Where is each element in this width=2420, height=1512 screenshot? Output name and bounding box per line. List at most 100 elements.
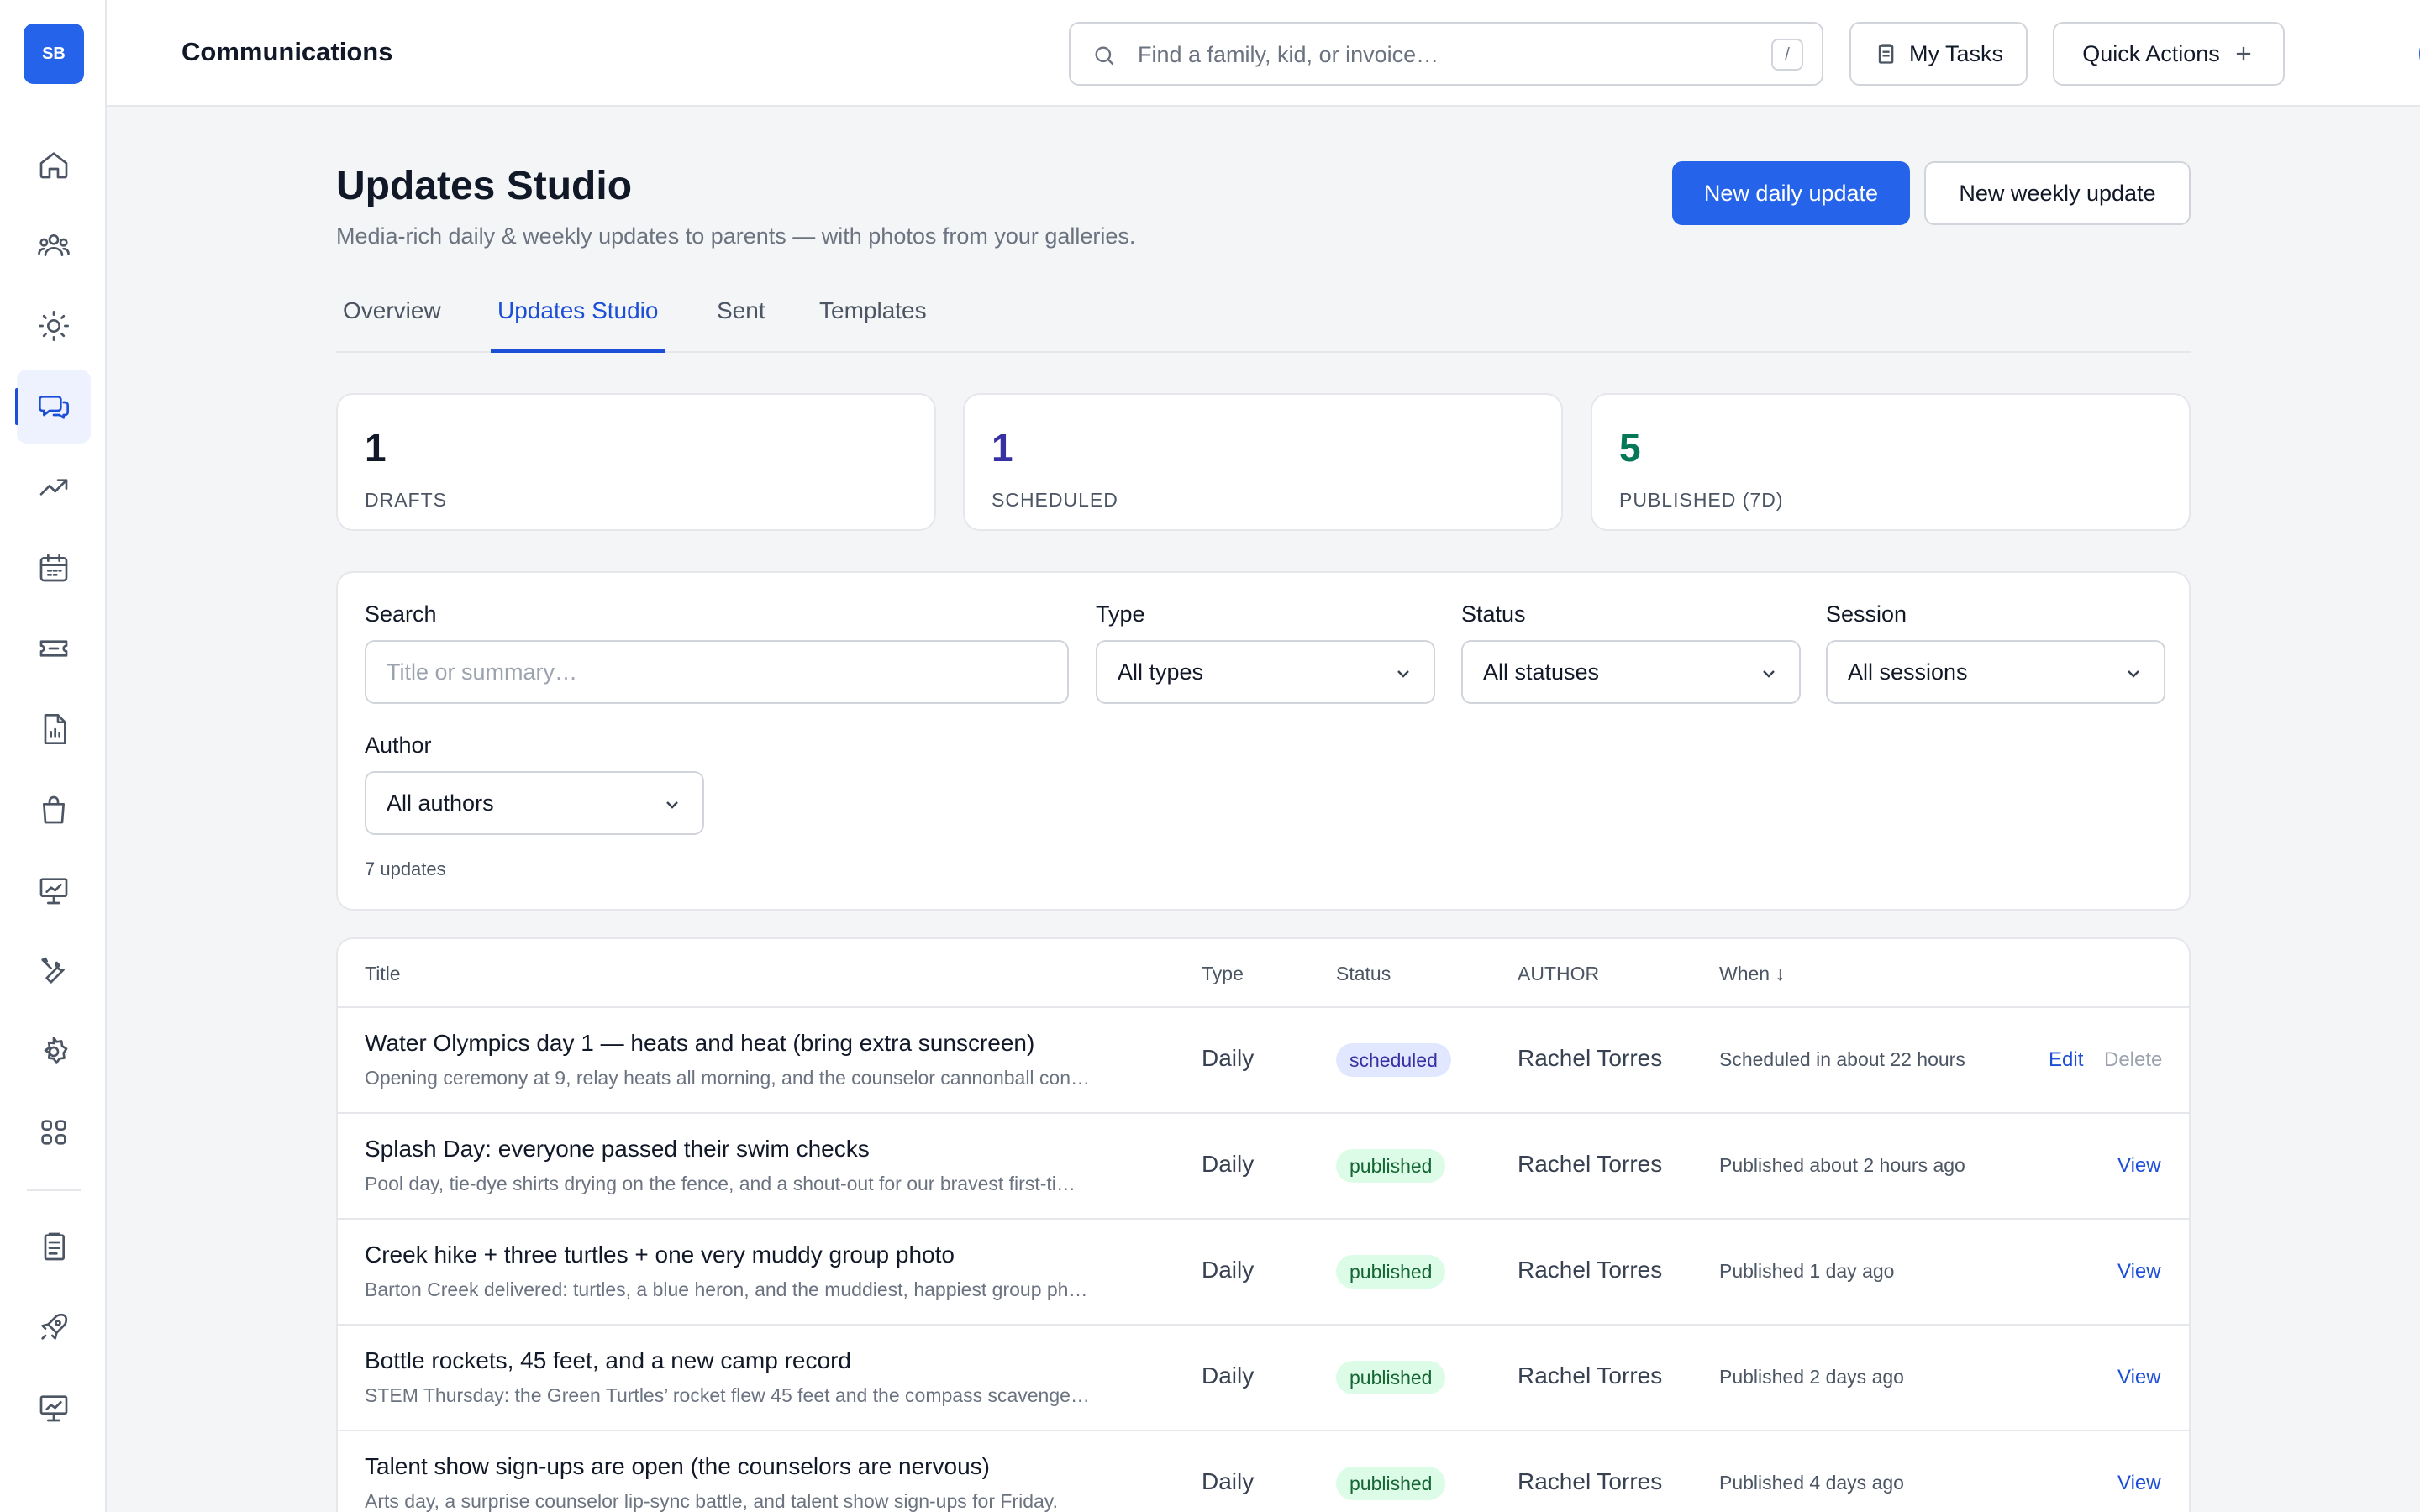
table-header: Title Type Status AUTHOR When ↓ — [338, 939, 2189, 1008]
author-select[interactable]: All authors — [365, 771, 704, 835]
status-badge: published — [1336, 1361, 1446, 1394]
tab-overview[interactable]: Overview — [336, 297, 448, 353]
delete-link[interactable]: Delete — [2104, 1048, 2162, 1072]
report-icon[interactable] — [17, 692, 91, 766]
stat-card-drafts: 1 DRAFTS — [336, 393, 936, 531]
type-filter-label: Type — [1096, 601, 1145, 627]
stat-label: DRAFTS — [365, 489, 447, 511]
tools-icon[interactable] — [17, 934, 91, 1008]
communications-icon[interactable] — [15, 370, 91, 444]
families-icon[interactable] — [17, 208, 91, 282]
app-logo[interactable]: SB — [24, 24, 84, 84]
tab-sent[interactable]: Sent — [710, 297, 772, 353]
row-summary: Opening ceremony at 9, relay heats all m… — [365, 1067, 1091, 1089]
stat-card-published: 5 PUBLISHED (7D) — [1591, 393, 2191, 531]
row-summary: Pool day, tie-dye shirts drying on the f… — [365, 1173, 1076, 1194]
row-summary: STEM Thursday: the Green Turtles’ rocket… — [365, 1384, 1090, 1406]
session-select-value: All sessions — [1848, 659, 1968, 685]
column-when[interactable]: When ↓ — [1719, 963, 1785, 985]
type-select[interactable]: All types — [1096, 640, 1435, 704]
row-type: Daily — [1202, 1045, 1255, 1071]
analytics-icon[interactable] — [17, 1371, 91, 1445]
row-author: Rachel Torres — [1518, 1151, 1663, 1177]
top-bar: Communications Find a family, kid, or in… — [107, 0, 2420, 107]
row-summary: Barton Creek delivered: turtles, a blue … — [365, 1278, 1088, 1300]
table-row[interactable]: Creek hike + three turtles + one very mu… — [338, 1220, 2189, 1326]
chevron-down-icon — [2128, 670, 2139, 678]
view-link[interactable]: View — [2118, 1260, 2161, 1284]
search-filter-label: Search — [365, 601, 437, 627]
session-filter-label: Session — [1826, 601, 1907, 627]
row-author: Rachel Torres — [1518, 1362, 1663, 1389]
presentation-chart-icon[interactable] — [17, 853, 91, 927]
rocket-icon[interactable] — [17, 1290, 91, 1364]
sun-icon[interactable] — [17, 289, 91, 363]
search-shortcut-key: / — [1771, 39, 1803, 71]
author-select-value: All authors — [387, 790, 494, 816]
status-badge: published — [1336, 1467, 1446, 1500]
search-filter-input[interactable]: Title or summary… — [365, 640, 1069, 704]
column-author[interactable]: AUTHOR — [1518, 963, 1599, 985]
shopping-bag-icon[interactable] — [17, 773, 91, 847]
table-row[interactable]: Water Olympics day 1 — heats and heat (b… — [338, 1008, 2189, 1114]
table-row[interactable]: Talent show sign-ups are open (the couns… — [338, 1431, 2189, 1512]
new-daily-update-button[interactable]: New daily update — [1672, 161, 1910, 225]
search-placeholder: Find a family, kid, or invoice… — [1138, 42, 1439, 67]
row-title[interactable]: Bottle rockets, 45 feet, and a new camp … — [365, 1347, 851, 1374]
status-select[interactable]: All statuses — [1461, 640, 1801, 704]
chevron-down-icon — [1397, 670, 1409, 678]
view-link[interactable]: View — [2118, 1366, 2161, 1389]
nav-divider — [27, 1189, 81, 1191]
row-when: Published about 2 hours ago — [1719, 1154, 1965, 1176]
column-title[interactable]: Title — [365, 963, 401, 985]
stat-value: 1 — [992, 426, 1013, 470]
clipboard-icon[interactable] — [17, 1210, 91, 1284]
global-search-input[interactable]: Find a family, kid, or invoice… / — [1069, 22, 1823, 86]
status-badge: published — [1336, 1255, 1446, 1289]
row-type: Daily — [1202, 1362, 1255, 1389]
session-select[interactable]: All sessions — [1826, 640, 2165, 704]
row-when: Published 2 days ago — [1719, 1366, 1904, 1388]
tab-templates[interactable]: Templates — [813, 297, 934, 353]
plus-icon — [2236, 46, 2250, 61]
quick-actions-button[interactable]: Quick Actions — [2053, 22, 2285, 86]
row-author: Rachel Torres — [1518, 1045, 1663, 1071]
column-type[interactable]: Type — [1202, 963, 1244, 985]
stat-value: 1 — [365, 426, 387, 470]
edit-link[interactable]: Edit — [2049, 1048, 2083, 1072]
trending-icon[interactable] — [17, 450, 91, 524]
my-tasks-button[interactable]: My Tasks — [1849, 22, 2028, 86]
my-tasks-label: My Tasks — [1908, 40, 2004, 66]
ticket-icon[interactable] — [17, 612, 91, 685]
row-type: Daily — [1202, 1257, 1255, 1283]
clipboard-icon — [1878, 44, 1894, 64]
row-title[interactable]: Water Olympics day 1 — heats and heat (b… — [365, 1030, 1034, 1057]
stat-value: 5 — [1619, 426, 1641, 470]
tab-updates-studio[interactable]: Updates Studio — [491, 297, 666, 353]
row-title[interactable]: Splash Day: everyone passed their swim c… — [365, 1136, 870, 1163]
status-badge: published — [1336, 1149, 1446, 1183]
column-status[interactable]: Status — [1336, 963, 1391, 985]
table-row[interactable]: Splash Day: everyone passed their swim c… — [338, 1114, 2189, 1220]
view-link[interactable]: View — [2118, 1472, 2161, 1495]
row-title[interactable]: Creek hike + three turtles + one very mu… — [365, 1242, 955, 1268]
search-icon — [1095, 46, 1114, 66]
row-title[interactable]: Talent show sign-ups are open (the couns… — [365, 1453, 990, 1480]
chevron-down-icon — [1763, 670, 1775, 678]
apps-icon[interactable] — [17, 1095, 91, 1169]
page-title: Updates Studio — [336, 164, 633, 208]
settings-icon[interactable] — [17, 1015, 91, 1089]
row-when: Scheduled in about 22 hours — [1719, 1048, 1965, 1070]
results-count: 7 updates — [365, 858, 446, 879]
page-subtitle: Media-rich daily & weekly updates to par… — [336, 223, 1136, 249]
section-title: Communications — [182, 37, 393, 66]
new-weekly-update-button[interactable]: New weekly update — [1924, 161, 2191, 225]
sidebar: SB — [0, 0, 107, 1512]
author-filter-label: Author — [365, 732, 432, 758]
view-link[interactable]: View — [2118, 1154, 2161, 1178]
table-row[interactable]: Bottle rockets, 45 feet, and a new camp … — [338, 1326, 2189, 1431]
row-summary: Arts day, a surprise counselor lip-sync … — [365, 1490, 1058, 1512]
home-icon[interactable] — [17, 128, 91, 202]
row-when: Published 4 days ago — [1719, 1472, 1904, 1494]
calendar-icon[interactable] — [17, 531, 91, 605]
